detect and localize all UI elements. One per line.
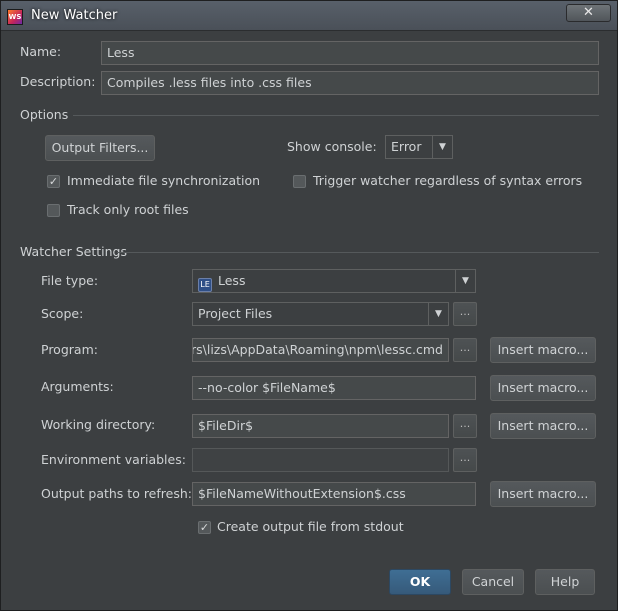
webstorm-app-icon: WS [7, 9, 23, 25]
working-directory-insert-macro-button[interactable]: Insert macro... [490, 413, 596, 439]
description-input[interactable]: Compiles .less files into .css files [101, 71, 599, 95]
program-label: Program: [41, 342, 98, 357]
file-type-label: File type: [41, 273, 99, 288]
file-type-value: Less [218, 273, 246, 288]
ok-button[interactable]: OK [389, 569, 451, 595]
program-input[interactable]: ers\lizs\AppData\Roaming\npm\lessc.cmd [192, 338, 449, 362]
scope-select[interactable]: Project Files ▼ [192, 302, 449, 326]
options-section-title: Options [20, 107, 69, 122]
working-directory-label: Working directory: [41, 417, 156, 432]
watcher-settings-section-title: Watcher Settings [20, 244, 127, 259]
scope-label: Scope: [41, 306, 84, 321]
scope-browse-button[interactable]: ... [453, 302, 477, 326]
cancel-button[interactable]: Cancel [462, 569, 524, 595]
watcher-settings-divider [117, 252, 599, 253]
immediate-sync-checkbox[interactable]: ✓ [47, 175, 60, 188]
new-watcher-dialog: WS New Watcher ✕ Name: Less Description:… [0, 0, 618, 611]
show-console-label: Show console: [287, 139, 377, 154]
help-button[interactable]: Help [535, 569, 595, 595]
less-file-icon: LE [198, 278, 212, 292]
scope-value: Project Files [198, 306, 273, 321]
working-directory-input[interactable]: $FileDir$ [192, 414, 449, 438]
arguments-label: Arguments: [41, 379, 114, 394]
environment-variables-label: Environment variables: [41, 452, 186, 467]
create-output-from-stdout-checkbox[interactable]: ✓ [198, 521, 211, 534]
trigger-regardless-label: Trigger watcher regardless of syntax err… [313, 173, 583, 188]
environment-variables-input[interactable] [192, 448, 449, 472]
chevron-down-icon: ▼ [428, 303, 448, 325]
window-title: New Watcher [31, 8, 118, 23]
trigger-regardless-checkbox[interactable] [293, 175, 306, 188]
program-browse-button[interactable]: ... [453, 338, 477, 362]
close-icon: ✕ [583, 5, 594, 20]
file-type-select[interactable]: LE Less ▼ [192, 269, 476, 293]
name-input[interactable]: Less [101, 41, 599, 65]
output-paths-insert-macro-button[interactable]: Insert macro... [490, 481, 596, 507]
create-output-from-stdout-label: Create output file from stdout [217, 519, 404, 534]
arguments-input[interactable]: --no-color $FileName$ [192, 376, 476, 400]
chevron-down-icon: ▼ [432, 136, 452, 158]
chevron-down-icon: ▼ [455, 270, 475, 292]
name-label: Name: [20, 44, 62, 59]
description-label: Description: [20, 74, 96, 89]
working-directory-browse-button[interactable]: ... [453, 414, 477, 438]
program-insert-macro-button[interactable]: Insert macro... [490, 337, 596, 363]
track-root-only-checkbox[interactable] [47, 204, 60, 217]
options-divider [73, 115, 599, 116]
show-console-value: Error [391, 139, 422, 154]
title-bar: WS New Watcher ✕ [1, 1, 617, 31]
track-root-only-label: Track only root files [67, 202, 189, 217]
output-paths-input[interactable]: $FileNameWithoutExtension$.css [192, 482, 476, 506]
output-filters-button[interactable]: Output Filters... [45, 135, 155, 161]
environment-variables-browse-button[interactable]: ... [453, 448, 477, 472]
close-button[interactable]: ✕ [566, 4, 611, 22]
output-paths-label: Output paths to refresh: [41, 486, 192, 501]
immediate-sync-label: Immediate file synchronization [67, 173, 261, 188]
arguments-insert-macro-button[interactable]: Insert macro... [490, 375, 596, 401]
show-console-select[interactable]: Error ▼ [385, 135, 453, 159]
